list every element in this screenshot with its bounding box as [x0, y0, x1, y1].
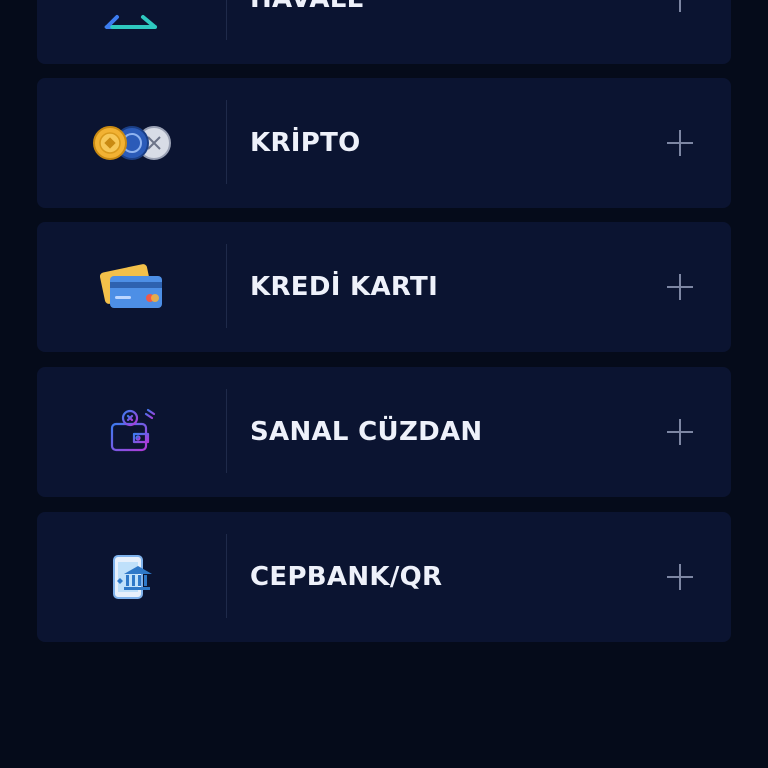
plus-icon[interactable] [667, 419, 693, 445]
method-label: CEPBANK/QR [250, 562, 443, 592]
method-label: SANAL CÜZDAN [250, 417, 483, 447]
credit-card-icon [100, 264, 162, 308]
icon-container [37, 0, 227, 64]
divider [226, 244, 227, 328]
payment-method-kredi-karti[interactable]: KREDİ KARTI [37, 222, 731, 352]
icon-container [37, 367, 227, 497]
payment-method-cepbank-qr[interactable]: CEPBANK/QR [37, 512, 731, 642]
plus-icon[interactable] [667, 274, 693, 300]
payment-methods-page: HAVALE KRİPTO [0, 0, 768, 768]
mobile-bank-icon [113, 555, 152, 599]
plus-icon[interactable] [667, 564, 693, 590]
divider [226, 100, 227, 184]
payment-method-kripto[interactable]: KRİPTO [37, 78, 731, 208]
icon-container [37, 78, 227, 208]
method-label: KRİPTO [250, 128, 361, 158]
plus-icon[interactable] [667, 130, 693, 156]
plus-icon[interactable] [667, 0, 693, 12]
crypto-coins-icon [93, 126, 171, 160]
divider [226, 534, 227, 618]
icon-container [37, 512, 227, 642]
divider [226, 0, 227, 40]
divider [226, 389, 227, 473]
method-label: KREDİ KARTI [250, 272, 439, 302]
payment-method-sanal-cuzdan[interactable]: SANAL CÜZDAN [37, 367, 731, 497]
wallet-icon [110, 408, 156, 452]
transfer-arrows-icon [104, 15, 157, 29]
method-label: HAVALE [250, 0, 365, 14]
payment-method-havale[interactable]: HAVALE [37, 0, 731, 64]
icon-container [37, 222, 227, 352]
